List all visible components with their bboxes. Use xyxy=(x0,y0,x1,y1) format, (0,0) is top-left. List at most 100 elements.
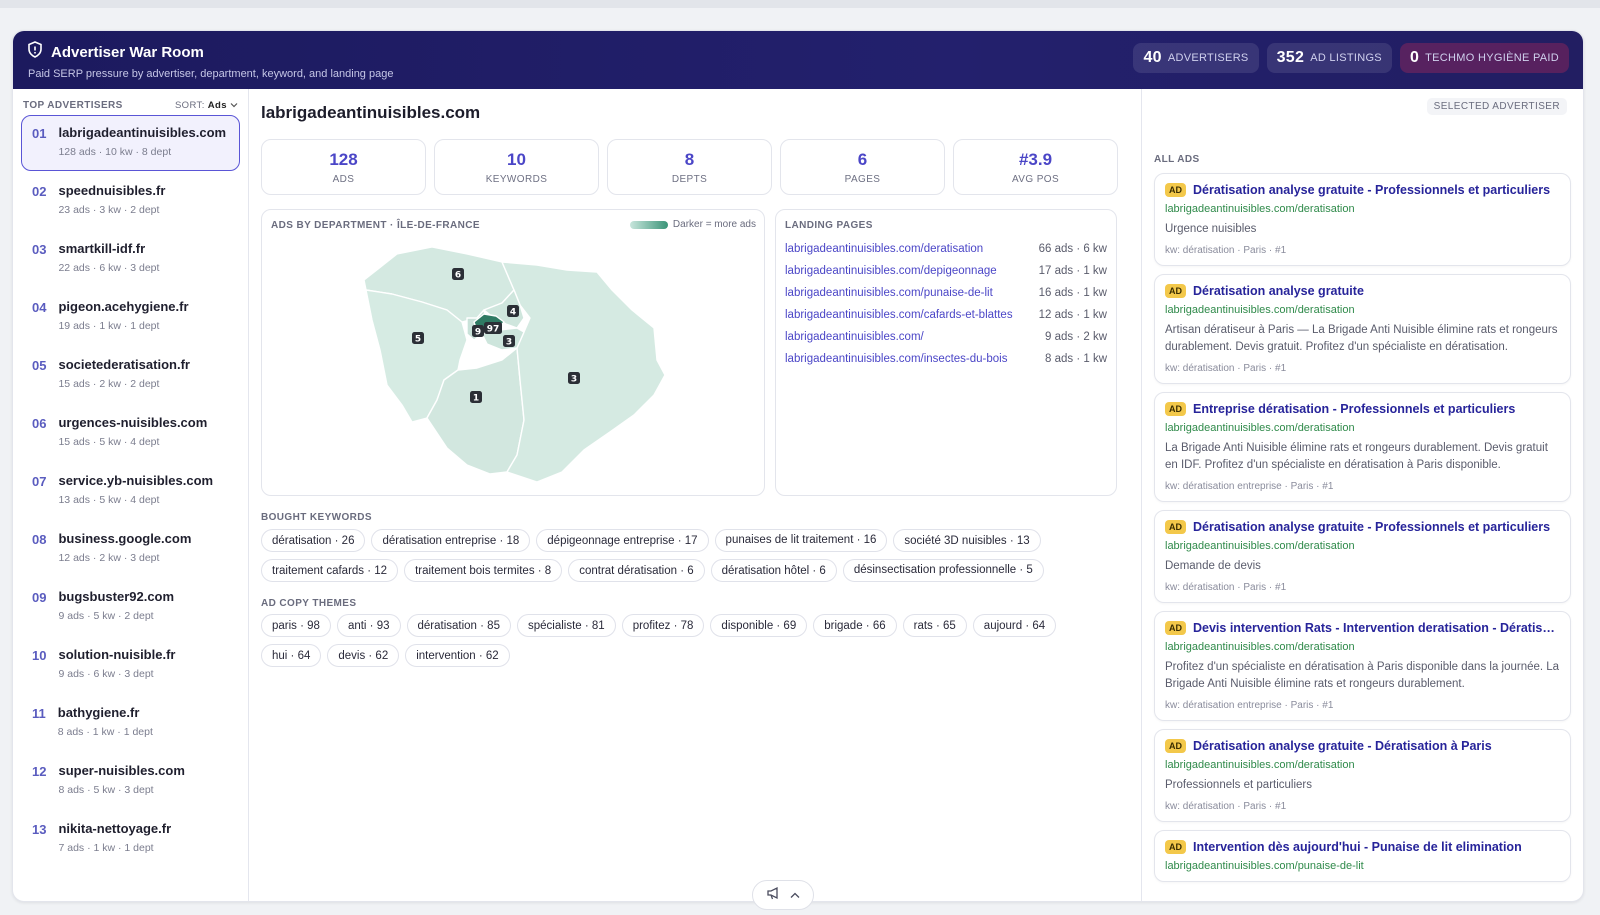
ad-url[interactable]: labrigadeantinuisibles.com/punaise-de-li… xyxy=(1165,860,1560,872)
dept-77[interactable] xyxy=(501,261,666,483)
landing-page-row[interactable]: labrigadeantinuisibles.com/punaise-de-li… xyxy=(785,287,1107,300)
keyword-chip[interactable]: désinsectisation professionnelle · 5 xyxy=(842,559,1044,582)
landing-page-link[interactable]: labrigadeantinuisibles.com/ xyxy=(785,331,1035,344)
ad-title[interactable]: Dératisation analyse gratuite - Dératisa… xyxy=(1193,739,1492,753)
advertiser-item[interactable]: 10 solution-nuisible.fr 9 ads · 6 kw · 3 d… xyxy=(21,637,240,693)
landing-page-row[interactable]: labrigadeantinuisibles.com/depigeonnage 1… xyxy=(785,265,1107,278)
map-marker-count[interactable]: 6 xyxy=(455,270,461,280)
ad-url[interactable]: labrigadeantinuisibles.com/deratisation xyxy=(1165,304,1560,316)
landing-page-link[interactable]: labrigadeantinuisibles.com/cafards-et-bl… xyxy=(785,309,1035,322)
advertiser-item[interactable]: 03 smartkill-idf.fr 22 ads · 6 kw · 3 dept xyxy=(21,231,240,287)
map-marker-count[interactable]: 3 xyxy=(571,374,577,384)
map-marker-count[interactable]: 1 xyxy=(473,393,479,403)
ad-card[interactable]: AD Entreprise dératisation - Professionne… xyxy=(1154,392,1571,502)
landing-page-link[interactable]: labrigadeantinuisibles.com/depigeonnage xyxy=(785,265,1035,278)
ad-description: Artisan dératiseur à Paris — La Brigade … xyxy=(1165,324,1558,353)
advertiser-item[interactable]: 07 service.yb-nuisibles.com 13 ads · 5 kw … xyxy=(21,463,240,519)
advertiser-rank: 13 xyxy=(32,822,47,837)
theme-chip[interactable]: intervention · 62 xyxy=(405,644,510,667)
ad-card[interactable]: AD Dératisation analyse gratuite labrigade… xyxy=(1154,274,1571,384)
kpi-card: 6 PAGES xyxy=(780,139,945,195)
theme-chip[interactable]: brigade · 66 xyxy=(813,614,897,637)
landing-page-link[interactable]: labrigadeantinuisibles.com/punaise-de-li… xyxy=(785,287,1035,300)
advertiser-item[interactable]: 11 bathygiene.fr 8 ads · 1 kw · 1 dept xyxy=(21,695,240,751)
kpi-label: PAGES xyxy=(844,174,881,185)
advertiser-item[interactable]: 01 labrigadeantinuisibles.com 128 ads · 10… xyxy=(21,115,240,171)
landing-pages-card: LANDING PAGES labrigadeantinuisibles.com… xyxy=(775,209,1117,496)
ad-title[interactable]: Dératisation analyse gratuite - Professi… xyxy=(1193,520,1550,534)
ad-card[interactable]: AD Dératisation analyse gratuite - Dérati… xyxy=(1154,729,1571,822)
map-marker-count[interactable]: 3 xyxy=(506,337,512,347)
keyword-chip[interactable]: société 3D nuisibles · 13 xyxy=(893,529,1041,552)
stat-ad-listings: 352 AD LISTINGS xyxy=(1266,43,1392,73)
ad-card[interactable]: AD Devis intervention Rats - Intervention… xyxy=(1154,611,1571,721)
advertiser-item[interactable]: 08 business.google.com 12 ads · 2 kw · 3 d… xyxy=(21,521,240,577)
advertiser-item[interactable]: 12 super-nuisibles.com 8 ads · 5 kw · 3 de… xyxy=(21,753,240,809)
map-marker-count[interactable]: 9 xyxy=(475,327,481,337)
ad-title[interactable]: Intervention dès aujourd'hui - Punaise d… xyxy=(1193,840,1522,854)
keyword-chip[interactable]: punaises de lit traitement · 16 xyxy=(714,529,888,552)
map-marker-count[interactable]: 4 xyxy=(510,307,516,317)
ad-url[interactable]: labrigadeantinuisibles.com/deratisation xyxy=(1165,540,1560,552)
theme-chip[interactable]: paris · 98 xyxy=(261,614,331,637)
theme-chip[interactable]: devis · 62 xyxy=(327,644,400,667)
theme-chip[interactable]: disponible · 69 xyxy=(710,614,808,637)
ad-title[interactable]: Dératisation analyse gratuite xyxy=(1193,284,1364,298)
advertiser-item[interactable]: 06 urgences-nuisibles.com 15 ads · 5 kw · … xyxy=(21,405,240,461)
advertiser-rank: 10 xyxy=(32,648,47,663)
ad-copy-themes-title: AD COPY THEMES xyxy=(261,598,357,609)
keyword-chip[interactable]: contrat dératisation · 6 xyxy=(568,559,705,582)
map-marker-count[interactable]: 97 xyxy=(487,324,500,334)
ad-card[interactable]: AD Dératisation analyse gratuite - Profes… xyxy=(1154,510,1571,603)
landing-page-link[interactable]: labrigadeantinuisibles.com/insectes-du-b… xyxy=(785,353,1035,366)
advertiser-rank: 01 xyxy=(32,126,47,141)
keyword-chip[interactable]: dératisation · 26 xyxy=(261,529,366,552)
sort-dropdown[interactable]: SORT: Ads xyxy=(175,100,238,111)
ad-badge: AD xyxy=(1165,621,1186,635)
ad-url[interactable]: labrigadeantinuisibles.com/deratisation xyxy=(1165,641,1560,653)
ad-url[interactable]: labrigadeantinuisibles.com/deratisation xyxy=(1165,203,1560,215)
kpi-value: 8 xyxy=(684,150,695,169)
theme-chip[interactable]: hui · 64 xyxy=(261,644,322,667)
theme-chip[interactable]: dératisation · 85 xyxy=(406,614,511,637)
idf-map: 97 9 6 5 4 3 3 1 xyxy=(363,246,666,483)
landing-page-row[interactable]: labrigadeantinuisibles.com/cafards-et-bl… xyxy=(785,309,1107,322)
advertiser-item[interactable]: 09 bugsbuster92.com 9 ads · 5 kw · 2 dept xyxy=(21,579,240,635)
kpi-label: ADS xyxy=(332,174,355,185)
keyword-chip[interactable]: traitement bois termites · 8 xyxy=(404,559,563,582)
landing-page-row[interactable]: labrigadeantinuisibles.com/insectes-du-b… xyxy=(785,353,1107,366)
landing-page-link[interactable]: labrigadeantinuisibles.com/deratisation xyxy=(785,243,1035,256)
advertiser-item[interactable]: 02 speednuisibles.fr 23 ads · 3 kw · 2 dep… xyxy=(21,173,240,229)
ad-copy-themes: paris · 98 anti · 93 dératisation · 85 spéc… xyxy=(261,614,1111,667)
theme-chip[interactable]: spécialiste · 81 xyxy=(516,614,616,637)
ad-badge: AD xyxy=(1165,284,1186,298)
advertiser-item[interactable]: 13 nikita-nettoyage.fr 7 ads · 1 kw · 1 de… xyxy=(21,811,240,867)
theme-chip[interactable]: rats · 65 xyxy=(902,614,967,637)
bottom-drawer-toggle[interactable] xyxy=(752,880,814,910)
theme-chip[interactable]: aujourd · 64 xyxy=(972,614,1057,637)
advertiser-meta: 15 ads · 2 kw · 2 dept xyxy=(58,378,160,390)
advertiser-list: 01 labrigadeantinuisibles.com 128 ads · 10… xyxy=(21,115,240,867)
ad-title[interactable]: Devis intervention Rats - Intervention d… xyxy=(1193,621,1560,635)
ad-title[interactable]: Entreprise dératisation - Professionnels… xyxy=(1193,402,1515,416)
keyword-chip[interactable]: dépigeonnage entreprise · 17 xyxy=(536,529,709,552)
keyword-chip[interactable]: dératisation entreprise · 18 xyxy=(371,529,531,552)
keyword-chip[interactable]: traitement cafards · 12 xyxy=(261,559,399,582)
ad-url[interactable]: labrigadeantinuisibles.com/deratisation xyxy=(1165,759,1560,771)
shield-icon xyxy=(27,41,43,63)
advertiser-item[interactable]: 05 societederatisation.fr 15 ads · 2 kw · … xyxy=(21,347,240,403)
landing-page-row[interactable]: labrigadeantinuisibles.com/9 ads · 2 kw xyxy=(785,331,1107,344)
ad-badge: AD xyxy=(1165,402,1186,416)
theme-chip[interactable]: anti · 93 xyxy=(336,614,401,637)
ad-title[interactable]: Dératisation analyse gratuite - Professi… xyxy=(1193,183,1550,197)
ad-url[interactable]: labrigadeantinuisibles.com/deratisation xyxy=(1165,422,1560,434)
theme-chip[interactable]: profitez · 78 xyxy=(621,614,705,637)
landing-page-row[interactable]: labrigadeantinuisibles.com/deratisation 6… xyxy=(785,243,1107,256)
map-marker-count[interactable]: 5 xyxy=(415,334,421,344)
advertiser-name: pigeon.acehygiene.fr xyxy=(58,299,189,314)
ad-card[interactable]: AD Intervention dès aujourd'hui - Punaise… xyxy=(1154,830,1571,882)
landing-page-count: 66 ads · 6 kw xyxy=(1038,243,1107,255)
advertiser-item[interactable]: 04 pigeon.acehygiene.fr 19 ads · 1 kw · 1 … xyxy=(21,289,240,345)
keyword-chip[interactable]: dératisation hôtel · 6 xyxy=(710,559,837,582)
ad-card[interactable]: AD Dératisation analyse gratuite - Profes… xyxy=(1154,173,1571,266)
